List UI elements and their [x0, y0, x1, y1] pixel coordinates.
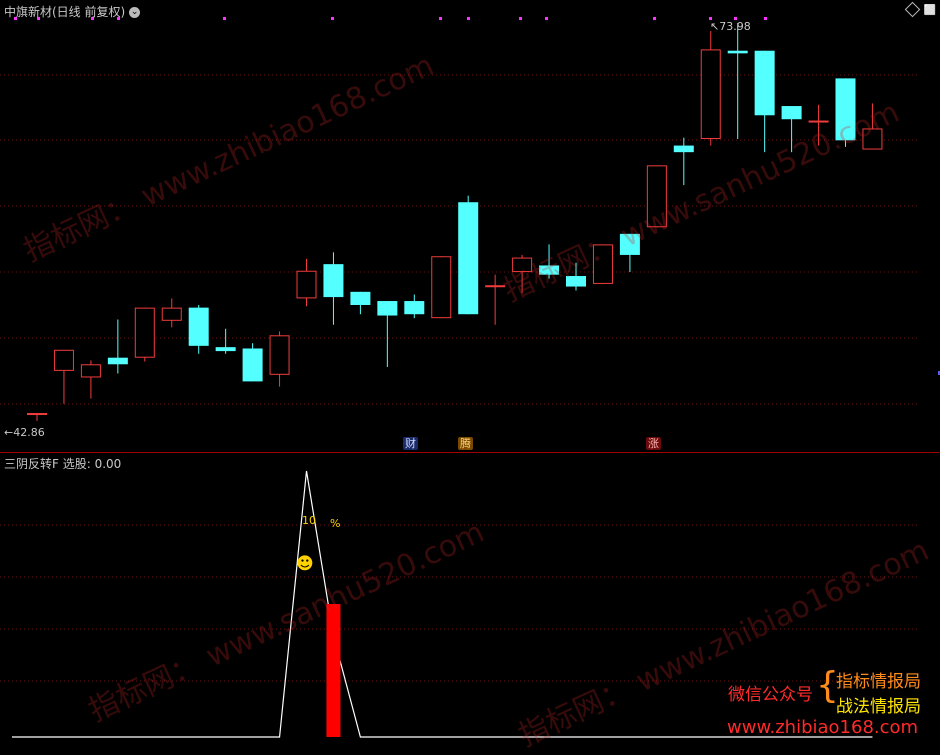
- candle-body-down: [107, 357, 128, 365]
- min-price-label: ←42.86: [4, 426, 45, 439]
- candle-body-up: [27, 413, 47, 416]
- annotation-percent: %: [330, 517, 341, 530]
- candle-body-up: [269, 335, 290, 375]
- candle-body-up: [134, 307, 155, 358]
- expand-icon[interactable]: ⬜: [924, 5, 936, 16]
- signal-dot: [545, 17, 548, 20]
- promo-url[interactable]: www.zhibiao168.com: [727, 717, 918, 738]
- chevron-down-icon[interactable]: ⌄: [129, 7, 141, 18]
- event-marker-limit-up[interactable]: 涨: [646, 437, 661, 450]
- candle-body-down: [377, 301, 398, 316]
- candle-body-down: [323, 264, 344, 298]
- candle-body-down: [458, 202, 479, 315]
- signal-dot: [467, 17, 470, 20]
- chart-title-row: 中旗新材(日线 前复权) ⌄: [4, 3, 141, 20]
- wechat-label: 微信公众号: [728, 685, 813, 705]
- signal-dot: [764, 17, 767, 20]
- candle-body-down: [754, 50, 775, 116]
- candle-body-down: [350, 291, 371, 305]
- candle-body-down: [727, 50, 748, 54]
- stock-title: 中旗新材(日线 前复权): [4, 5, 126, 19]
- promo-line2: 战法情报局: [836, 697, 921, 717]
- candle-body-up: [161, 307, 182, 321]
- indicator-title: 三阴反转F 选股: 0.00: [4, 457, 122, 471]
- event-marker-finance[interactable]: 财: [403, 437, 418, 450]
- candle-body-up: [700, 49, 721, 139]
- candle-body-down: [242, 348, 263, 382]
- candle-body-up: [53, 349, 74, 371]
- candlestick-panel[interactable]: 中旗新材(日线 前复权) ⌄ ⬜ ↖73.98 ←42.86 财 腾 涨: [0, 0, 940, 452]
- signal-dot: [223, 17, 226, 20]
- promo-line1: 指标情报局: [836, 672, 921, 692]
- max-price-label: ↖73.98: [710, 20, 751, 33]
- signal-dot: [331, 17, 334, 20]
- candlestick-chart[interactable]: [0, 0, 940, 452]
- candle-body-down: [215, 347, 236, 352]
- signal-dot: [519, 17, 522, 20]
- signal-dot: [653, 17, 656, 20]
- candle-body-up: [80, 364, 101, 378]
- event-marker-teng[interactable]: 腾: [458, 437, 473, 450]
- signal-bar: [326, 604, 341, 737]
- candle-body-down: [781, 106, 802, 120]
- smiley-icon: ☻: [296, 554, 314, 574]
- candle-body-up: [296, 270, 317, 299]
- signal-dot: [439, 17, 442, 20]
- annotation-number: 10: [302, 514, 316, 527]
- candle-body-down: [188, 307, 209, 346]
- candle-body-up: [431, 256, 452, 319]
- candle-body-down: [673, 145, 694, 153]
- candle-body-down: [404, 301, 425, 315]
